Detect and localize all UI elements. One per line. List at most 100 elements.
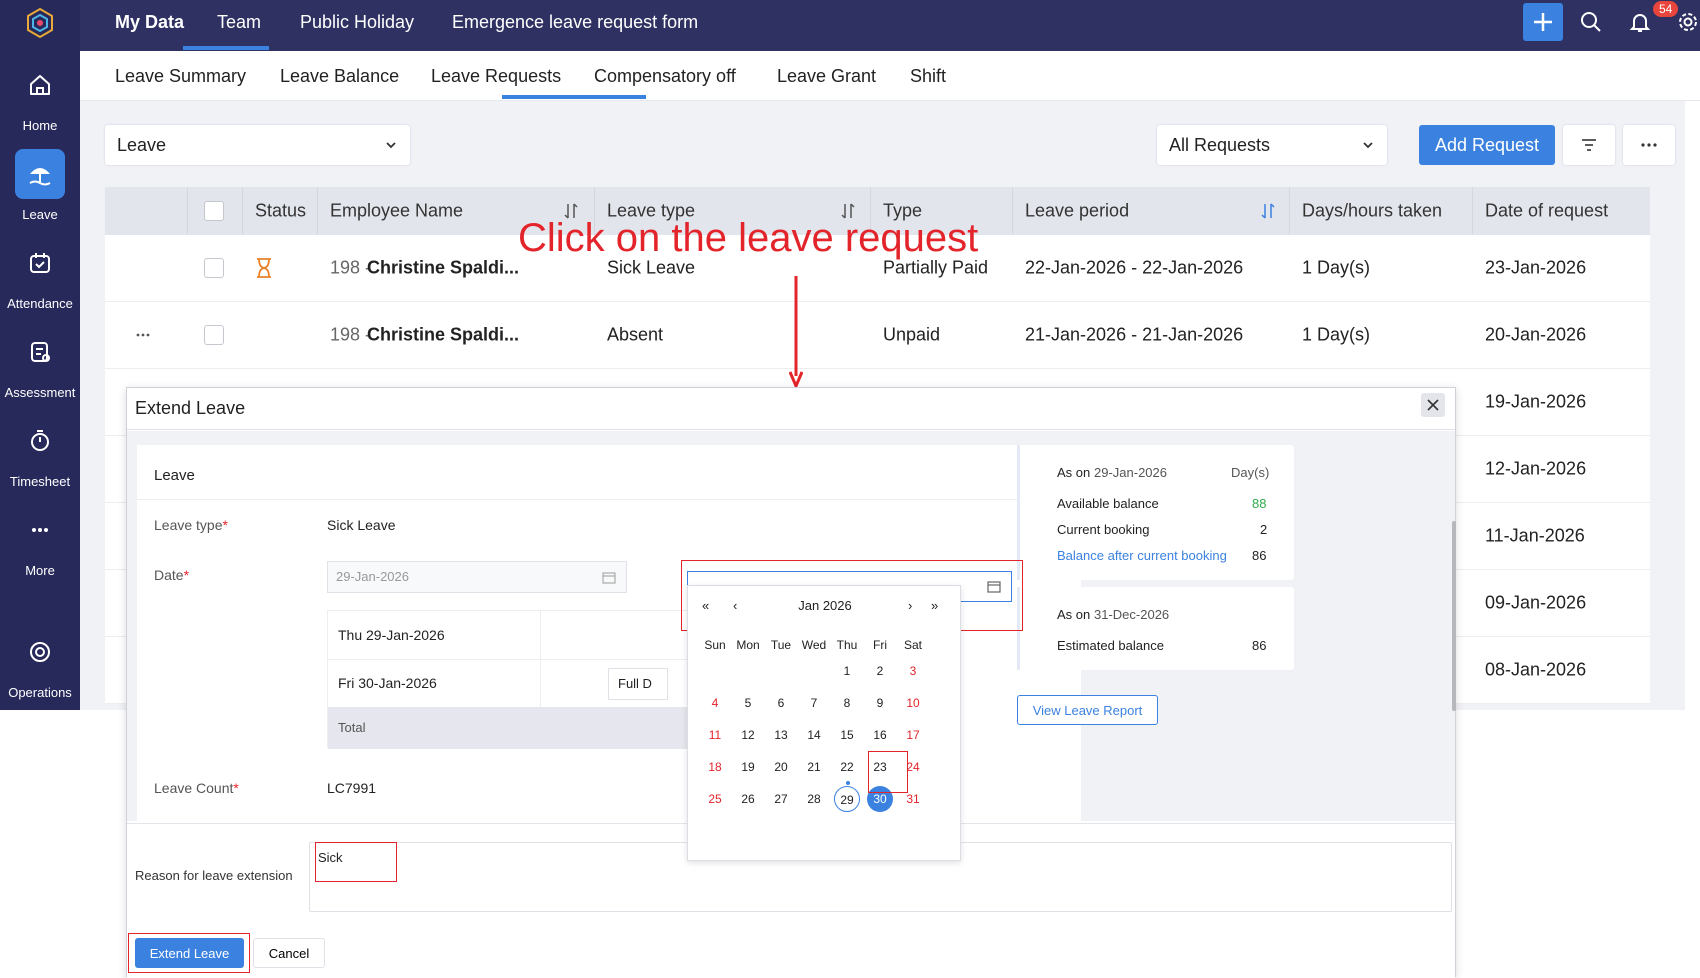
sidebar-item-timesheet[interactable]: Timesheet xyxy=(0,416,80,500)
sidebar-item-home[interactable]: Home xyxy=(0,60,80,144)
calendar-day[interactable]: 9 xyxy=(867,690,893,716)
leave-type: Absent xyxy=(607,324,664,345)
next-month-icon[interactable]: › xyxy=(908,598,912,613)
filter-button[interactable] xyxy=(1563,125,1615,165)
view-leave-report-button[interactable]: View Leave Report xyxy=(1017,695,1158,725)
filter-icon xyxy=(1582,139,1596,151)
row-actions-icon[interactable] xyxy=(135,332,151,338)
employee-id: 198 - xyxy=(330,324,372,345)
row-checkbox[interactable] xyxy=(204,325,224,345)
top-navigation-bar: My Data Team Public Holiday Emergence le… xyxy=(80,0,1700,51)
calendar-day[interactable]: 6 xyxy=(768,690,794,716)
calendar-day[interactable]: 28 xyxy=(801,786,827,812)
calendar-day[interactable]: 14 xyxy=(801,722,827,748)
tab-leave-summary[interactable]: Leave Summary xyxy=(115,66,246,87)
tab-shift[interactable]: Shift xyxy=(910,66,946,87)
annotation-arrow-icon xyxy=(789,276,803,388)
day-duration-select[interactable]: Full D xyxy=(608,668,668,700)
sidebar-item-label: More xyxy=(25,563,55,578)
calendar-day[interactable]: 11 xyxy=(702,722,728,748)
sort-active-icon[interactable] xyxy=(1260,202,1276,220)
close-icon xyxy=(1427,399,1439,411)
date-of-request: 09-Jan-2026 xyxy=(1485,592,1587,613)
sidebar-item-operations[interactable]: Operations xyxy=(0,627,80,711)
leave-count-value: LC7991 xyxy=(327,780,377,796)
leave-count-label: Leave Count* xyxy=(154,780,239,796)
calendar-day[interactable]: 13 xyxy=(768,722,794,748)
add-button[interactable] xyxy=(1523,3,1563,41)
sidebar-item-assessment[interactable]: Assessment xyxy=(0,327,80,411)
calendar-day[interactable]: 4 xyxy=(702,690,728,716)
calendar-day[interactable]: 8 xyxy=(834,690,860,716)
calendar-day[interactable]: 12 xyxy=(735,722,761,748)
tab-leave-requests[interactable]: Leave Requests xyxy=(431,66,561,87)
add-request-button[interactable]: Add Request xyxy=(1419,125,1555,165)
tab-emergence-leave-form[interactable]: Emergence leave request form xyxy=(452,12,698,33)
attendance-icon xyxy=(30,253,50,273)
calendar-day[interactable]: 15 xyxy=(834,722,860,748)
more-options-button[interactable] xyxy=(1623,125,1675,165)
current-booking-label: Current booking xyxy=(1057,522,1150,537)
weekday-label: Thu xyxy=(836,638,858,652)
calendar-day[interactable]: 22 xyxy=(834,754,860,780)
employee-name[interactable]: Christine Spaldi... xyxy=(367,258,519,279)
bell-icon[interactable] xyxy=(1628,10,1652,34)
sidebar-item-label: Attendance xyxy=(7,296,73,311)
app-logo-icon[interactable] xyxy=(23,6,57,40)
reason-label: Reason for leave extension xyxy=(135,868,293,883)
date-from-input[interactable]: 29-Jan-2026 xyxy=(327,561,627,593)
dialog-scrollbar[interactable] xyxy=(1452,521,1456,711)
tab-leave-grant[interactable]: Leave Grant xyxy=(777,66,876,87)
sidebar-item-attendance[interactable]: Attendance xyxy=(0,238,80,322)
calendar-day[interactable]: 3 xyxy=(900,658,926,684)
chevron-down-icon xyxy=(386,142,396,149)
calendar-day[interactable]: 18 xyxy=(702,754,728,780)
cancel-button[interactable]: Cancel xyxy=(253,938,325,968)
tab-team[interactable]: Team xyxy=(217,12,261,33)
unit-label: Day(s) xyxy=(1231,465,1270,480)
tab-public-holiday[interactable]: Public Holiday xyxy=(300,12,414,33)
requests-filter-select[interactable]: All Requests xyxy=(1157,125,1387,165)
calendar-day[interactable]: 5 xyxy=(735,690,761,716)
leave-type-label: Leave type* xyxy=(154,517,228,533)
calendar-day[interactable]: 26 xyxy=(735,786,761,812)
table-row[interactable]: 198 - Christine Spaldi... Absent Unpaid … xyxy=(105,302,1650,369)
calendar-day[interactable]: 19 xyxy=(735,754,761,780)
calendar-month: Jan 2026 xyxy=(798,598,852,613)
date-of-request: 11-Jan-2026 xyxy=(1485,525,1585,546)
col-employee-name[interactable]: Employee Name xyxy=(330,201,463,222)
col-date-of-request: Date of request xyxy=(1485,200,1609,221)
calendar-day[interactable]: 7 xyxy=(801,690,827,716)
calendar-day[interactable]: 16 xyxy=(867,722,893,748)
calendar-day[interactable]: 1 xyxy=(834,658,860,684)
balance-card: As on 29-Jan-2026 Day(s) Available balan… xyxy=(1017,445,1294,580)
calendar-day[interactable]: 25 xyxy=(702,786,728,812)
sidebar-item-leave[interactable]: Leave xyxy=(0,149,80,233)
calendar-day[interactable]: 20 xyxy=(768,754,794,780)
next-year-icon[interactable]: » xyxy=(931,598,938,613)
select-all-checkbox[interactable] xyxy=(204,201,224,221)
calendar-day[interactable]: 29 xyxy=(834,786,860,812)
calendar-day[interactable]: 10 xyxy=(900,690,926,716)
instruction-annotation: Click on the leave request xyxy=(518,216,979,260)
col-days-taken: Days/hours taken xyxy=(1302,200,1443,221)
available-balance-value: 88 xyxy=(1252,496,1267,511)
search-icon[interactable] xyxy=(1579,10,1603,34)
weekday-label: Fri xyxy=(873,638,887,652)
tab-my-data[interactable]: My Data xyxy=(115,12,184,33)
leave-type-select[interactable]: Leave xyxy=(105,125,410,165)
tab-leave-balance[interactable]: Leave Balance xyxy=(280,66,399,87)
close-button[interactable] xyxy=(1421,393,1445,417)
calendar-day[interactable]: 17 xyxy=(900,722,926,748)
leave-type-value: Sick Leave xyxy=(327,517,396,533)
calendar-day[interactable]: 27 xyxy=(768,786,794,812)
calendar-day[interactable]: 2 xyxy=(867,658,893,684)
calendar-day[interactable]: 21 xyxy=(801,754,827,780)
col-leave-period[interactable]: Leave period xyxy=(1025,201,1129,222)
row-checkbox[interactable] xyxy=(204,258,224,278)
sub-navigation: Leave Summary Leave Balance Leave Reques… xyxy=(80,51,1700,101)
tab-compensatory-off[interactable]: Compensatory off xyxy=(594,66,736,87)
gear-icon[interactable] xyxy=(1676,10,1700,34)
employee-name[interactable]: Christine Spaldi... xyxy=(367,325,519,346)
sidebar-item-more[interactable]: More xyxy=(0,505,80,589)
